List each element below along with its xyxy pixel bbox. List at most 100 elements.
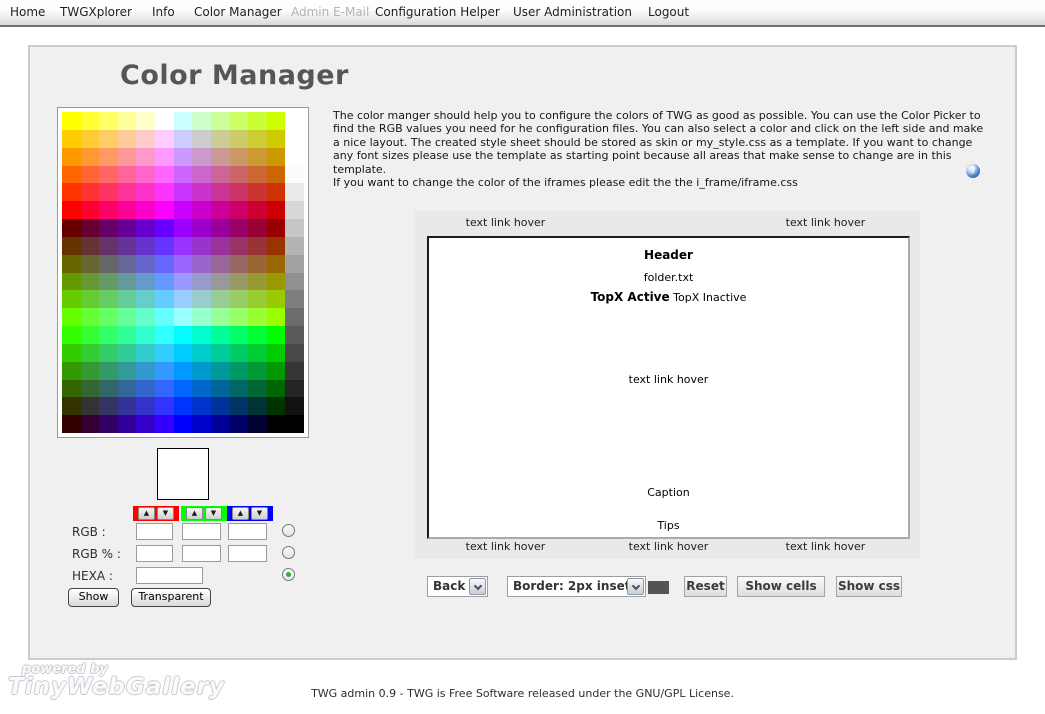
- palette-cell[interactable]: [155, 237, 174, 255]
- transparent-button[interactable]: Transparent: [131, 588, 211, 607]
- palette-cell[interactable]: [211, 201, 230, 219]
- palette-cell[interactable]: [230, 237, 249, 255]
- palette-cell[interactable]: [174, 130, 193, 148]
- palette-cell[interactable]: [155, 290, 174, 308]
- palette-cell[interactable]: [136, 237, 155, 255]
- palette-cell[interactable]: [174, 362, 193, 380]
- palette-cell[interactable]: [211, 415, 230, 433]
- palette-cell[interactable]: [285, 148, 304, 166]
- palette-cell[interactable]: [118, 219, 137, 237]
- palette-cell[interactable]: [285, 130, 304, 148]
- palette-cell[interactable]: [136, 255, 155, 273]
- palette-cell[interactable]: [99, 415, 118, 433]
- palette-cell[interactable]: [248, 344, 267, 362]
- palette-cell[interactable]: [230, 362, 249, 380]
- palette-cell[interactable]: [155, 380, 174, 398]
- palette-cell[interactable]: [230, 415, 249, 433]
- palette-cell[interactable]: [136, 219, 155, 237]
- palette-cell[interactable]: [81, 308, 100, 326]
- palette-cell[interactable]: [174, 148, 193, 166]
- palette-cell[interactable]: [285, 380, 304, 398]
- palette-cell[interactable]: [211, 148, 230, 166]
- palette-cell[interactable]: [192, 415, 211, 433]
- palette-cell[interactable]: [285, 415, 304, 433]
- nav-item-configuration-helper[interactable]: Configuration Helper: [375, 0, 500, 25]
- palette-cell[interactable]: [62, 219, 81, 237]
- palette-cell[interactable]: [285, 166, 304, 184]
- palette-cell[interactable]: [81, 219, 100, 237]
- palette-cell[interactable]: [267, 237, 286, 255]
- palette-cell[interactable]: [211, 166, 230, 184]
- palette-cell[interactable]: [248, 219, 267, 237]
- palette-cell[interactable]: [118, 201, 137, 219]
- palette-cell[interactable]: [155, 166, 174, 184]
- palette-cell[interactable]: [211, 273, 230, 291]
- palette-cell[interactable]: [155, 344, 174, 362]
- preview-tips[interactable]: Tips: [429, 519, 908, 532]
- palette-cell[interactable]: [174, 201, 193, 219]
- palette-cell[interactable]: [285, 219, 304, 237]
- palette-cell[interactable]: [62, 273, 81, 291]
- nav-item-info[interactable]: Info: [152, 0, 175, 25]
- palette-cell[interactable]: [136, 380, 155, 398]
- palette-cell[interactable]: [99, 255, 118, 273]
- palette-cell[interactable]: [230, 148, 249, 166]
- palette-cell[interactable]: [192, 166, 211, 184]
- palette-cell[interactable]: [230, 201, 249, 219]
- palette-cell[interactable]: [285, 255, 304, 273]
- preview-header[interactable]: Header: [429, 248, 908, 262]
- palette-cell[interactable]: [230, 130, 249, 148]
- palette-cell[interactable]: [248, 201, 267, 219]
- palette-cell[interactable]: [99, 380, 118, 398]
- palette-cell[interactable]: [211, 344, 230, 362]
- palette-cell[interactable]: [81, 255, 100, 273]
- palette-cell[interactable]: [81, 397, 100, 415]
- reset-button[interactable]: Reset: [684, 576, 727, 597]
- palette-cell[interactable]: [99, 201, 118, 219]
- palette-cell[interactable]: [155, 130, 174, 148]
- palette-cell[interactable]: [81, 362, 100, 380]
- palette-cell[interactable]: [99, 219, 118, 237]
- palette-cell[interactable]: [230, 183, 249, 201]
- palette-cell[interactable]: [155, 201, 174, 219]
- palette-cell[interactable]: [192, 308, 211, 326]
- palette-cell[interactable]: [118, 326, 137, 344]
- palette-cell[interactable]: [285, 237, 304, 255]
- palette-cell[interactable]: [62, 255, 81, 273]
- palette-cell[interactable]: [118, 183, 137, 201]
- rgb-b-input[interactable]: [228, 523, 267, 540]
- palette-cell[interactable]: [62, 148, 81, 166]
- palette-cell[interactable]: [211, 380, 230, 398]
- palette-cell[interactable]: [118, 273, 137, 291]
- palette-cell[interactable]: [118, 255, 137, 273]
- palette-cell[interactable]: [248, 415, 267, 433]
- palette-cell[interactable]: [248, 166, 267, 184]
- palette-cell[interactable]: [81, 148, 100, 166]
- palette-cell[interactable]: [136, 415, 155, 433]
- palette-cell[interactable]: [192, 344, 211, 362]
- show-button[interactable]: Show: [68, 588, 119, 607]
- rgb-percent-mode-radio[interactable]: [282, 546, 295, 559]
- palette-cell[interactable]: [174, 219, 193, 237]
- palette-cell[interactable]: [136, 148, 155, 166]
- palette-cell[interactable]: [267, 201, 286, 219]
- palette-cell[interactable]: [62, 112, 81, 130]
- palette-cell[interactable]: [136, 273, 155, 291]
- palette-cell[interactable]: [174, 326, 193, 344]
- palette-cell[interactable]: [99, 344, 118, 362]
- palette-cell[interactable]: [267, 362, 286, 380]
- palette-cell[interactable]: [174, 290, 193, 308]
- palette-cell[interactable]: [81, 415, 100, 433]
- palette-cell[interactable]: [267, 183, 286, 201]
- palette-cell[interactable]: [118, 344, 137, 362]
- nav-item-user-administration[interactable]: User Administration: [513, 0, 632, 25]
- palette-cell[interactable]: [81, 380, 100, 398]
- palette-cell[interactable]: [81, 326, 100, 344]
- palette-cell[interactable]: [155, 148, 174, 166]
- rgb-percent-g-input[interactable]: [182, 545, 221, 562]
- nav-item-logout[interactable]: Logout: [648, 0, 689, 25]
- palette-cell[interactable]: [81, 237, 100, 255]
- palette-cell[interactable]: [230, 397, 249, 415]
- palette-cell[interactable]: [62, 344, 81, 362]
- palette-cell[interactable]: [248, 273, 267, 291]
